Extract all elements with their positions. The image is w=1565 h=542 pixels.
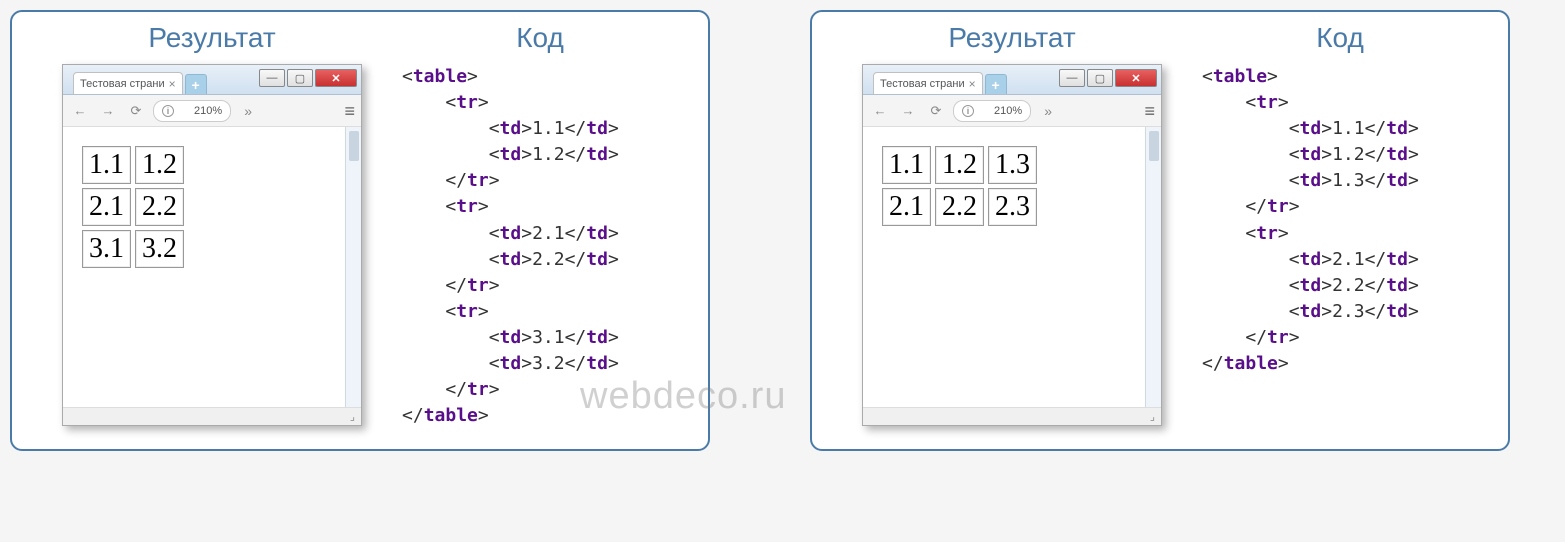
close-button[interactable]: ✕: [1115, 69, 1157, 87]
code-column: <table> <tr> <td>1.1</td> <td>1.2</td> <…: [1192, 64, 1488, 377]
close-icon[interactable]: ×: [169, 77, 176, 91]
close-icon[interactable]: ×: [969, 77, 976, 91]
header-result: Результат: [32, 22, 392, 54]
browser-window: Тестовая страни × + — ▢ ✕ ←: [62, 64, 362, 426]
browser-tab[interactable]: Тестовая страни ×: [73, 72, 183, 94]
header-code: Код: [392, 22, 688, 54]
tab-title: Тестовая страни: [80, 78, 165, 90]
browser-tab[interactable]: Тестовая страни ×: [873, 72, 983, 94]
minimize-button[interactable]: —: [1059, 69, 1085, 87]
table-cell: 1.2: [935, 146, 984, 184]
table-cell: 3.1: [82, 230, 131, 268]
code-block: <table> <tr> <td>1.1</td> <td>1.2</td> <…: [1202, 64, 1488, 377]
page-content: 1.11.22.12.23.13.2: [63, 127, 345, 407]
maximize-button[interactable]: ▢: [1087, 69, 1113, 87]
table-row: 2.12.2: [82, 188, 184, 226]
menu-button[interactable]: ≡: [344, 102, 355, 120]
panel-headers: Результат Код: [832, 22, 1488, 54]
address-bar[interactable]: i 210%: [953, 100, 1031, 122]
table-cell: 2.1: [882, 188, 931, 226]
panel-content: Тестовая страни × + — ▢ ✕ ←: [32, 64, 688, 429]
browser-viewport: 1.11.21.3 2.12.22.3: [863, 127, 1161, 407]
tab-strip: Тестовая страни × +: [67, 65, 207, 94]
code-column: <table> <tr> <td>1.1</td> <td>1.2</td> <…: [392, 64, 688, 429]
table-cell: 2.2: [135, 188, 184, 226]
zoom-level: 210%: [194, 105, 222, 117]
table-cell: 2.2: [935, 188, 984, 226]
info-icon: i: [962, 105, 974, 117]
table-row: 1.11.21.3: [882, 146, 1037, 184]
browser-titlebar: Тестовая страни × + — ▢ ✕: [63, 65, 361, 95]
address-bar[interactable]: i 210%: [153, 100, 231, 122]
table-cell: 1.1: [82, 146, 131, 184]
header-code: Код: [1192, 22, 1488, 54]
browser-viewport: 1.11.22.12.23.13.2: [63, 127, 361, 407]
close-button[interactable]: ✕: [315, 69, 357, 87]
tab-strip: Тестовая страни × +: [867, 65, 1007, 94]
table-cell: 1.1: [882, 146, 931, 184]
example-panel: Результат Код Тестовая страни × +: [10, 10, 710, 451]
result-column: Тестовая страни × + — ▢ ✕ ←: [32, 64, 392, 426]
new-tab-button[interactable]: +: [985, 74, 1007, 94]
info-icon: i: [162, 105, 174, 117]
table-row: 3.13.2: [82, 230, 184, 268]
back-button[interactable]: ←: [869, 100, 891, 122]
browser-statusbar: ⌟: [63, 407, 361, 425]
back-button[interactable]: ←: [69, 100, 91, 122]
scrollbar[interactable]: [345, 127, 361, 407]
maximize-button[interactable]: ▢: [287, 69, 313, 87]
code-block: <table> <tr> <td>1.1</td> <td>1.2</td> <…: [402, 64, 688, 429]
result-column: Тестовая страни × + — ▢ ✕ ←: [832, 64, 1192, 426]
table-cell: 1.3: [988, 146, 1037, 184]
panel-content: Тестовая страни × + — ▢ ✕ ←: [832, 64, 1488, 426]
header-result: Результат: [832, 22, 1192, 54]
rendered-table: 1.11.22.12.23.13.2: [78, 142, 188, 272]
panels-container: Результат Код Тестовая страни × +: [10, 10, 1555, 451]
reload-button[interactable]: ⟳: [125, 100, 147, 122]
page-content: 1.11.21.3 2.12.22.3: [863, 127, 1145, 407]
minimize-button[interactable]: —: [259, 69, 285, 87]
reload-button[interactable]: ⟳: [925, 100, 947, 122]
window-controls: — ▢ ✕: [259, 69, 357, 87]
new-tab-button[interactable]: +: [185, 74, 207, 94]
overflow-button[interactable]: »: [237, 100, 259, 122]
resize-grip-icon: ⌟: [350, 410, 355, 423]
forward-button[interactable]: →: [97, 100, 119, 122]
browser-titlebar: Тестовая страни × + — ▢ ✕: [863, 65, 1161, 95]
browser-statusbar: ⌟: [863, 407, 1161, 425]
table-cell: 3.2: [135, 230, 184, 268]
table-cell: 2.3: [988, 188, 1037, 226]
tab-title: Тестовая страни: [880, 78, 965, 90]
panel-headers: Результат Код: [32, 22, 688, 54]
browser-window: Тестовая страни × + — ▢ ✕ ←: [862, 64, 1162, 426]
scrollbar[interactable]: [1145, 127, 1161, 407]
browser-toolbar: ← → ⟳ i 210% » ≡: [63, 95, 361, 127]
forward-button[interactable]: →: [897, 100, 919, 122]
table-cell: 1.2: [135, 146, 184, 184]
zoom-level: 210%: [994, 105, 1022, 117]
table-row: 1.11.2: [82, 146, 184, 184]
table-cell: 2.1: [82, 188, 131, 226]
browser-toolbar: ← → ⟳ i 210% » ≡: [863, 95, 1161, 127]
example-panel: Результат Код Тестовая страни × +: [810, 10, 1510, 451]
overflow-button[interactable]: »: [1037, 100, 1059, 122]
table-row: 2.12.22.3: [882, 188, 1037, 226]
resize-grip-icon: ⌟: [1150, 410, 1155, 423]
window-controls: — ▢ ✕: [1059, 69, 1157, 87]
menu-button[interactable]: ≡: [1144, 102, 1155, 120]
rendered-table: 1.11.21.3 2.12.22.3: [878, 142, 1041, 230]
